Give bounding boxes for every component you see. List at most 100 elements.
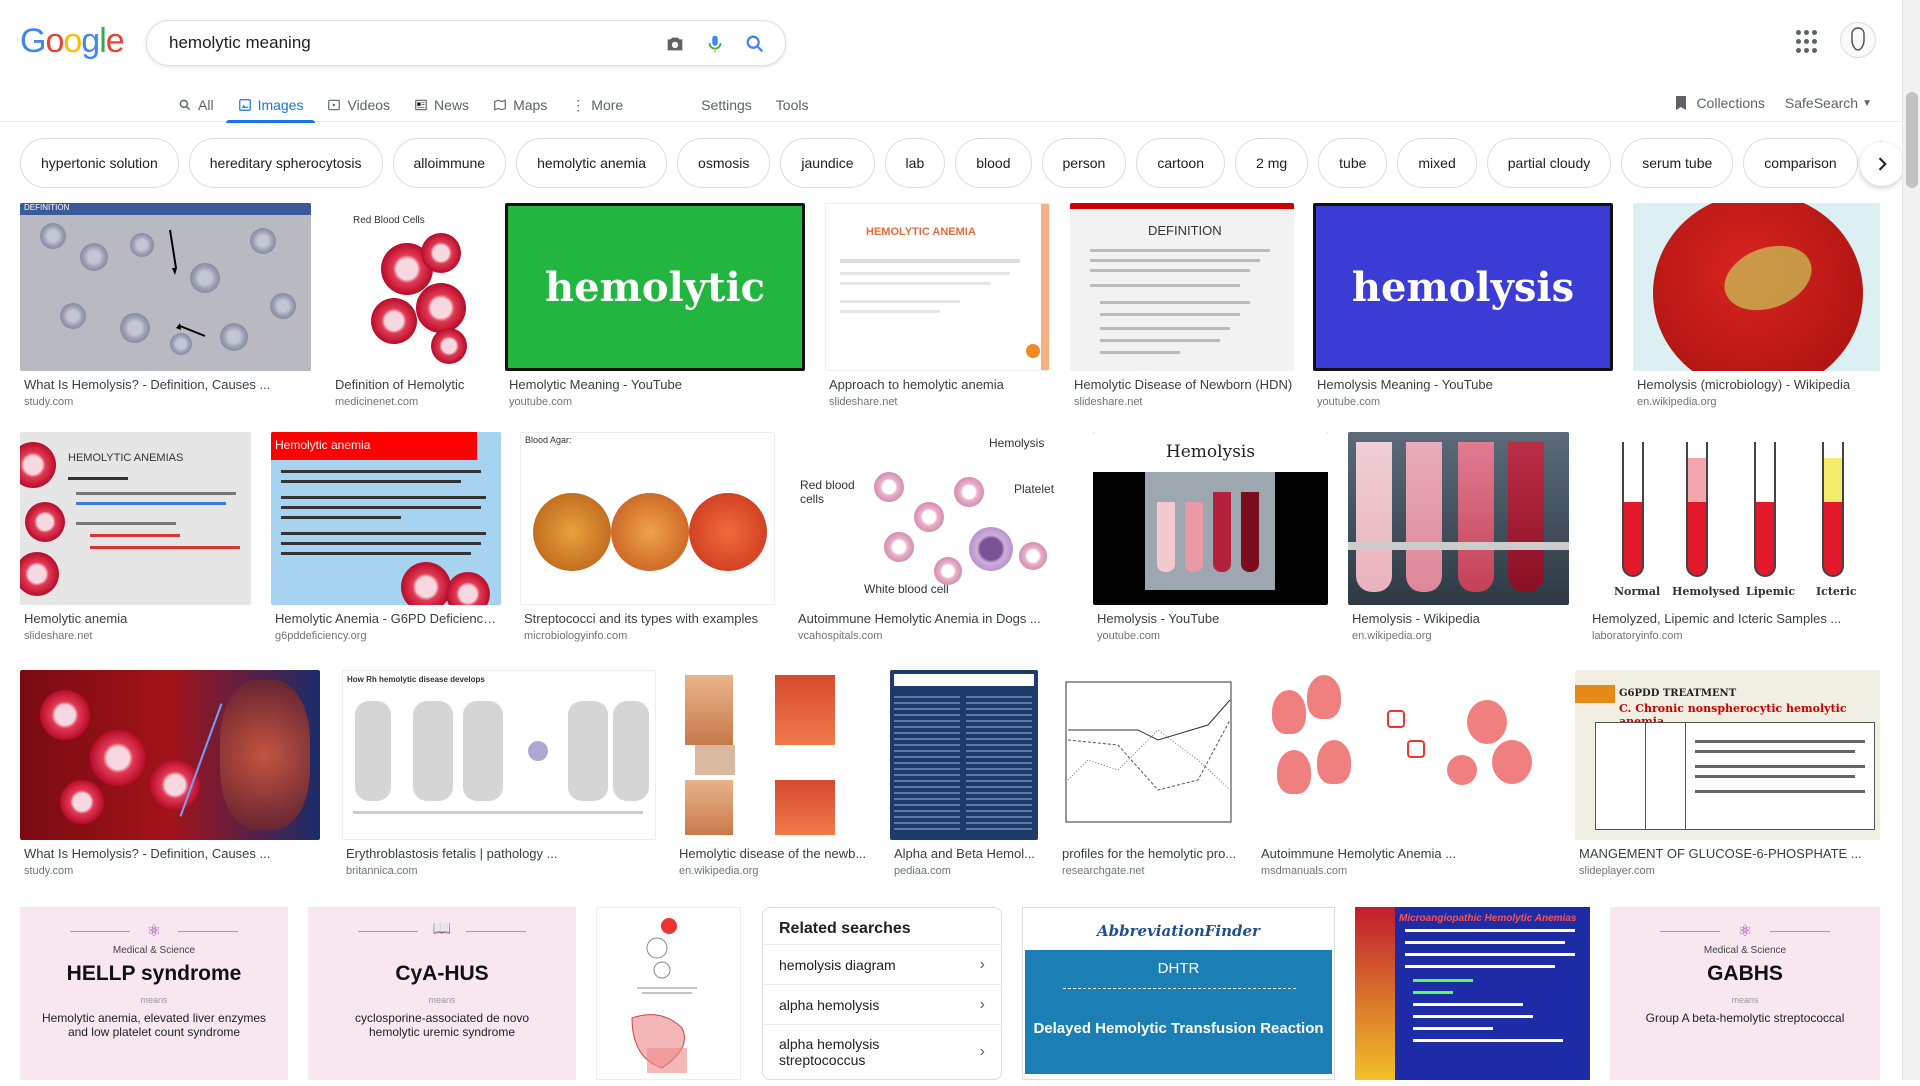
card-title: GABHS: [1707, 962, 1783, 985]
line-graph-figure: [1065, 681, 1232, 823]
image-result[interactable]: Hemolysis Platelet Red blood cells White…: [794, 432, 1074, 642]
result-source: en.wikipedia.org: [679, 865, 759, 877]
thumb-label: hemolytic: [545, 263, 765, 311]
image-result[interactable]: Alpha and Beta Hemol... pediaa.com: [890, 670, 1038, 877]
tab-label: Images: [257, 97, 304, 113]
video-icon: [328, 99, 341, 111]
tab-label: Videos: [347, 97, 391, 113]
card-title: DHTR: [1157, 960, 1200, 977]
result-thumbnail: Red Blood Cells: [331, 203, 486, 371]
collections-link[interactable]: Collections: [1674, 95, 1765, 111]
image-result[interactable]: Blood Agar: Streptococci and its types w…: [520, 432, 775, 642]
chips-next-button[interactable]: [1860, 142, 1904, 186]
image-result[interactable]: How Rh hemolytic disease develops Erythr…: [342, 670, 656, 877]
image-result[interactable]: [596, 907, 741, 1080]
card-title: CyA-HUS: [395, 962, 489, 985]
search-box[interactable]: [146, 20, 786, 66]
result-source: researchgate.net: [1062, 865, 1145, 877]
suggestion-chip[interactable]: mixed: [1397, 138, 1477, 188]
related-search-item[interactable]: alpha hemolysis streptococcus ›: [763, 1024, 1001, 1078]
suggestion-chip[interactable]: person: [1041, 138, 1127, 188]
result-thumbnail: Blood Agar:: [520, 432, 775, 605]
suggestion-chip[interactable]: lab: [884, 138, 946, 188]
suggestion-chip[interactable]: hemolytic anemia: [516, 138, 668, 188]
image-result[interactable]: Hemolysis - Wikipedia en.wikipedia.org: [1348, 432, 1569, 642]
tab-images[interactable]: Images: [225, 88, 316, 123]
card-title: Microangiopathic Hemolytic Anemias: [1399, 913, 1577, 924]
google-logo[interactable]: Google: [20, 22, 125, 61]
result-thumbnail: Hemolysis: [1093, 432, 1328, 605]
result-thumbnail: [1633, 203, 1880, 371]
image-result[interactable]: G6PDD TREATMENT C. Chronic nonspherocyti…: [1575, 670, 1880, 877]
card-category: Medical & Science: [1703, 945, 1787, 956]
suggestion-chip[interactable]: 2 mg: [1235, 138, 1309, 188]
tab-news[interactable]: News: [402, 88, 481, 122]
thumb-label: Hemolytic anemia: [271, 432, 477, 460]
suggestion-chip[interactable]: blood: [955, 138, 1032, 188]
tab-maps[interactable]: Maps: [481, 88, 559, 122]
search-input[interactable]: [167, 31, 637, 55]
suggestion-chip[interactable]: cartoon: [1136, 138, 1226, 188]
avatar[interactable]: [1840, 22, 1876, 58]
suggestion-chip[interactable]: partial cloudy: [1486, 138, 1612, 188]
image-result[interactable]: Autoimmune Hemolytic Anemia ... msdmanua…: [1257, 670, 1555, 877]
suggestion-chip[interactable]: osmosis: [677, 138, 771, 188]
result-source: slideshare.net: [1074, 396, 1143, 408]
page-scrollbar[interactable]: [1902, 0, 1920, 1080]
camera-icon[interactable]: [663, 32, 687, 56]
related-search-item[interactable]: hemolysis diagram ›: [763, 944, 1001, 984]
apps-grid-icon[interactable]: [1796, 30, 1820, 54]
suggestion-chip[interactable]: comparison: [1743, 138, 1858, 188]
image-result[interactable]: Red Blood Cells Definition of Hemolytic …: [331, 203, 486, 408]
suggestion-chip[interactable]: tube: [1318, 138, 1388, 188]
image-result[interactable]: AbbreviationFinder DHTR Delayed Hemolyti…: [1022, 907, 1335, 1080]
suggestion-chip[interactable]: serum tube: [1621, 138, 1734, 188]
image-result[interactable]: Microangiopathic Hemolytic Anemias: [1355, 907, 1590, 1080]
image-result[interactable]: DEFINITION What Is Hemolysis? - Definiti…: [20, 203, 311, 408]
tab-more[interactable]: ⋮ More: [559, 88, 635, 122]
suggestion-chip[interactable]: jaundice: [780, 138, 875, 188]
result-thumbnail: Hemolytic anemia: [271, 432, 501, 605]
search-icon[interactable]: [743, 32, 767, 56]
search-icon: [179, 99, 191, 111]
microphone-icon[interactable]: [703, 32, 727, 56]
card-desc: Group A beta-hemolytic streptococcal: [1645, 1011, 1845, 1025]
image-result[interactable]: 📖 CyA-HUS means cyclosporine-associated …: [308, 907, 576, 1080]
image-result[interactable]: HEMOLYTIC ANEMIAS Hemolytic anemia slide…: [20, 432, 251, 642]
result-thumbnail: How Rh hemolytic disease develops: [342, 670, 656, 840]
image-result[interactable]: What Is Hemolysis? - Definition, Causes …: [20, 670, 320, 877]
image-result[interactable]: hemolytic Hemolytic Meaning - YouTube yo…: [505, 203, 805, 408]
suggestion-chip[interactable]: hypertonic solution: [20, 138, 179, 188]
logo-letter: o: [45, 22, 64, 60]
image-result[interactable]: profiles for the hemolytic pro... resear…: [1058, 670, 1237, 877]
image-result[interactable]: ⚛ Medical & Science HELLP syndrome means…: [20, 907, 288, 1080]
suggestion-chip[interactable]: alloimmune: [392, 138, 507, 188]
image-result[interactable]: DEFINITION Hemolytic Disease of Newborn …: [1070, 203, 1294, 408]
tab-videos[interactable]: Videos: [315, 88, 402, 122]
result-thumbnail: hemolysis: [1313, 203, 1613, 371]
card-means: means: [140, 995, 168, 1005]
scrollbar-thumb[interactable]: [1906, 92, 1918, 188]
right-tools: Collections SafeSearch ▼: [1674, 88, 1872, 118]
image-result[interactable]: hemolysis Hemolysis Meaning - YouTube yo…: [1313, 203, 1613, 408]
result-caption: Hemolytic Anemia - G6PD Deficiency ...: [275, 611, 501, 626]
settings-link[interactable]: Settings: [689, 88, 764, 122]
tube-label: Lipemic: [1746, 585, 1796, 598]
image-result[interactable]: Hemolysis Hemolysis - YouTube youtube.co…: [1093, 432, 1328, 642]
image-result[interactable]: Hemolytic Anemia Approach to hemolytic a…: [825, 203, 1050, 408]
result-source: youtube.com: [1097, 630, 1160, 642]
image-result[interactable]: Hemolytic anemia Hemolytic Anemia - G6PD…: [271, 432, 501, 642]
result-caption: Hemolysis (microbiology) - Wikipedia: [1637, 377, 1851, 392]
tools-link[interactable]: Tools: [764, 88, 821, 122]
related-search-item[interactable]: alpha hemolysis ›: [763, 984, 1001, 1024]
tab-all[interactable]: All: [166, 88, 226, 122]
tube-label: Icteric: [1816, 585, 1857, 598]
image-result[interactable]: Hemolysis (microbiology) - Wikipedia en.…: [1633, 203, 1880, 408]
image-result[interactable]: Hemolytic disease of the newb... en.wiki…: [675, 670, 870, 877]
arrow-icon: [169, 229, 206, 337]
result-source: medicinenet.com: [335, 396, 419, 408]
safesearch-toggle[interactable]: SafeSearch ▼: [1785, 95, 1872, 111]
suggestion-chip[interactable]: hereditary spherocytosis: [188, 138, 383, 188]
image-result[interactable]: Normal Hemolysed Lipemic Icteric Hemolyz…: [1588, 432, 1880, 642]
image-result[interactable]: ⚛ Medical & Science GABHS means Group A …: [1610, 907, 1880, 1080]
